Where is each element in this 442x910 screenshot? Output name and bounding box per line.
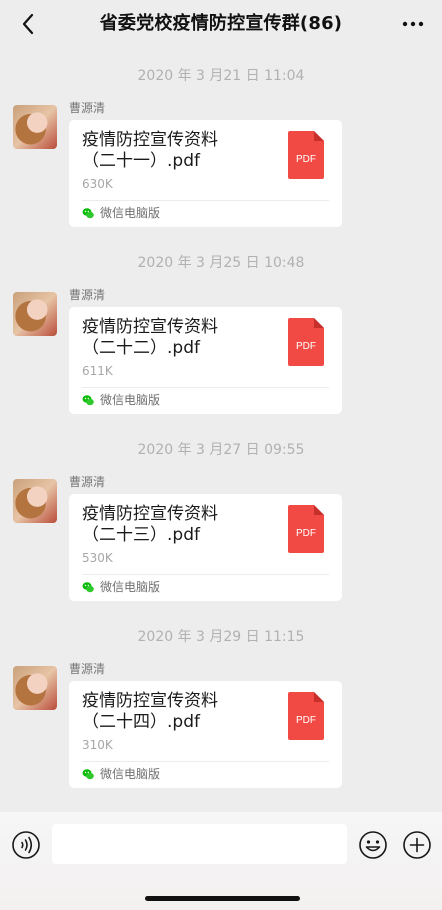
chat-screen: 省委党校疫情防控宣传群(86) 2020 年 3 月21 日 11:04 曹源清… xyxy=(0,0,442,910)
card-divider xyxy=(82,387,329,388)
emoji-icon[interactable] xyxy=(358,830,388,860)
file-size: 530K xyxy=(82,551,113,565)
card-divider xyxy=(82,200,329,201)
avatar[interactable] xyxy=(13,479,57,523)
file-message-card[interactable]: 疫情防控宣传资料 （二十二）.pdf 611K PDF 微信电脑版 xyxy=(69,307,342,414)
message-timestamp: 2020 年 3 月21 日 11:04 xyxy=(137,68,305,84)
source-row: 微信电脑版 xyxy=(82,392,160,408)
source-label: 微信电脑版 xyxy=(100,206,161,220)
source-label: 微信电脑版 xyxy=(100,580,161,594)
pdf-file-icon: PDF xyxy=(288,692,324,740)
wechat-pc-icon xyxy=(82,769,94,780)
file-size: 630K xyxy=(82,177,113,191)
message-group: 2020 年 3 月27 日 09:55 曹源清 疫情防控宣传资料 （二十三）.… xyxy=(0,422,442,609)
message-group: 2020 年 3 月25 日 10:48 曹源清 疫情防控宣传资料 （二十二）.… xyxy=(0,235,442,422)
message-timestamp: 2020 年 3 月29 日 11:15 xyxy=(137,629,305,645)
sender-name: 曹源清 xyxy=(69,101,106,115)
file-size: 611K xyxy=(82,364,113,378)
source-label: 微信电脑版 xyxy=(100,393,161,407)
file-name: 疫情防控宣传资料 （二十二）.pdf xyxy=(82,317,262,359)
message-group: 2020 年 3 月21 日 11:04 曹源清 疫情防控宣传资料 （二十一）.… xyxy=(0,48,442,235)
source-row: 微信电脑版 xyxy=(82,579,160,595)
file-message-card[interactable]: 疫情防控宣传资料 （二十四）.pdf 310K PDF 微信电脑版 xyxy=(69,681,342,788)
message-timestamp: 2020 年 3 月25 日 10:48 xyxy=(137,255,305,271)
file-name-line2: （二十四）.pdf xyxy=(82,712,200,732)
back-button[interactable] xyxy=(14,10,42,38)
pdf-badge-text: PDF xyxy=(296,341,316,352)
pdf-badge-text: PDF xyxy=(296,154,316,165)
file-name-line1: 疫情防控宣传资料 xyxy=(82,317,218,337)
file-name-line2: （二十三）.pdf xyxy=(82,525,200,545)
source-row: 微信电脑版 xyxy=(82,205,160,221)
chat-title: 省委党校疫情防控宣传群(86) xyxy=(99,13,343,34)
file-name-line1: 疫情防控宣传资料 xyxy=(82,691,218,711)
pdf-file-icon: PDF xyxy=(288,131,324,179)
file-name-line2: （二十一）.pdf xyxy=(82,151,200,171)
sender-name: 曹源清 xyxy=(69,288,106,302)
file-name-line1: 疫情防控宣传资料 xyxy=(82,504,218,524)
file-message-card[interactable]: 疫情防控宣传资料 （二十一）.pdf 630K PDF 微信电脑版 xyxy=(69,120,342,227)
pdf-file-icon: PDF xyxy=(288,505,324,553)
voice-input-icon[interactable] xyxy=(11,830,41,860)
sender-name: 曹源清 xyxy=(69,662,106,676)
home-indicator[interactable] xyxy=(145,896,300,901)
avatar[interactable] xyxy=(13,666,57,710)
sender-name: 曹源清 xyxy=(69,475,106,489)
chat-input-bar xyxy=(0,812,442,910)
chat-header: 省委党校疫情防控宣传群(86) xyxy=(0,0,442,48)
wechat-pc-icon xyxy=(82,395,94,406)
more-dots-icon xyxy=(402,21,424,27)
more-button[interactable] xyxy=(398,10,428,38)
message-group: 2020 年 3 月29 日 11:15 曹源清 疫情防控宣传资料 （二十四）.… xyxy=(0,609,442,796)
pdf-badge-text: PDF xyxy=(296,715,316,726)
file-message-card[interactable]: 疫情防控宣传资料 （二十三）.pdf 530K PDF 微信电脑版 xyxy=(69,494,342,601)
source-label: 微信电脑版 xyxy=(100,767,161,781)
card-divider xyxy=(82,761,329,762)
file-name: 疫情防控宣传资料 （二十三）.pdf xyxy=(82,504,262,546)
file-size: 310K xyxy=(82,738,113,752)
wechat-pc-icon xyxy=(82,582,94,593)
wechat-pc-icon xyxy=(82,208,94,219)
file-name: 疫情防控宣传资料 （二十一）.pdf xyxy=(82,130,262,172)
chevron-left-icon xyxy=(22,13,34,35)
file-name-line2: （二十二）.pdf xyxy=(82,338,200,358)
pdf-badge-text: PDF xyxy=(296,528,316,539)
pdf-file-icon: PDF xyxy=(288,318,324,366)
message-list: 2020 年 3 月21 日 11:04 曹源清 疫情防控宣传资料 （二十一）.… xyxy=(0,48,442,796)
avatar[interactable] xyxy=(13,292,57,336)
message-input[interactable] xyxy=(52,824,347,864)
avatar[interactable] xyxy=(13,105,57,149)
source-row: 微信电脑版 xyxy=(82,766,160,782)
card-divider xyxy=(82,574,329,575)
plus-icon[interactable] xyxy=(402,830,432,860)
message-timestamp: 2020 年 3 月27 日 09:55 xyxy=(137,442,305,458)
file-name-line1: 疫情防控宣传资料 xyxy=(82,130,218,150)
file-name: 疫情防控宣传资料 （二十四）.pdf xyxy=(82,691,262,733)
